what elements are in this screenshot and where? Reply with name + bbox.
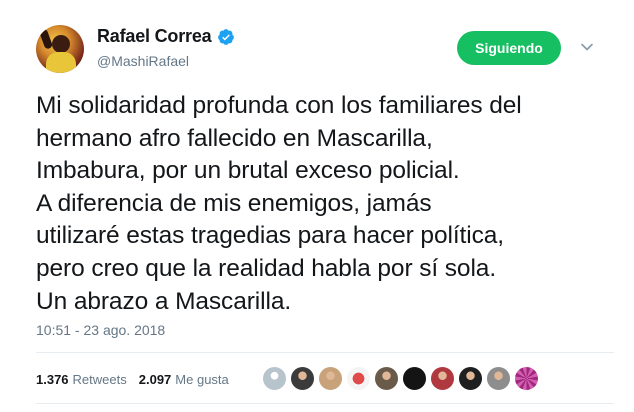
retweets-label: Retweets	[72, 372, 127, 387]
tweet-card: Rafael Correa @MashiRafael Siguiendo Mi …	[0, 0, 634, 412]
verified-badge-icon	[218, 29, 234, 45]
divider	[36, 352, 614, 353]
likes-label: Me gusta	[175, 372, 229, 387]
avatar-head	[52, 35, 70, 53]
retweets-stat[interactable]: 1.376 Retweets	[36, 372, 127, 387]
following-button[interactable]: Siguiendo	[457, 31, 561, 65]
avatar-person-icon[interactable]	[374, 366, 399, 391]
avatar-logo-icon[interactable]	[346, 366, 371, 391]
avatar-default-icon[interactable]	[262, 366, 287, 391]
avatar-person-icon[interactable]	[458, 366, 483, 391]
likers-avatars	[262, 366, 539, 391]
likes-count: 2.097	[138, 372, 172, 387]
avatar-person-icon[interactable]	[486, 366, 511, 391]
tweet-text-line: A diferencia de mis enemigos, jamás	[36, 189, 432, 217]
avatar-dark-icon[interactable]	[402, 366, 427, 391]
author-name[interactable]: Rafael Correa	[97, 26, 212, 47]
tweet-text-line: Imbabura, por un brutal exceso policial.	[36, 157, 460, 185]
tweet-text: Mi solidaridad profunda con los familiar…	[36, 90, 616, 318]
tweet-stats: 1.376 Retweets 2.097 Me gusta	[36, 372, 229, 387]
avatar-person-icon[interactable]	[290, 366, 315, 391]
tweet-timestamp[interactable]: 10:51 - 23 ago. 2018	[36, 322, 165, 338]
author-avatar[interactable]	[36, 25, 84, 73]
tweet-text-line: utilizaré estas tragedias para hacer pol…	[36, 222, 504, 250]
avatar-raised-fist	[38, 28, 54, 50]
avatar-person-icon[interactable]	[318, 366, 343, 391]
avatar-pattern-icon[interactable]	[514, 366, 539, 391]
divider	[36, 403, 614, 404]
tweet-text-line: Mi solidaridad profunda con los familiar…	[36, 92, 522, 119]
tweet-text-line: Un abrazo a Mascarilla.	[36, 287, 292, 315]
retweets-count: 1.376	[36, 372, 69, 387]
tweet-text-line: hermano afro fallecido en Mascarilla,	[36, 124, 433, 152]
chevron-down-icon[interactable]	[580, 40, 594, 54]
author-handle[interactable]: @MashiRafael	[97, 53, 189, 69]
tweet-text-line: pero creo que la realidad habla por sí s…	[36, 254, 497, 282]
avatar-person-icon[interactable]	[430, 366, 455, 391]
likes-stat[interactable]: 2.097 Me gusta	[139, 372, 229, 387]
avatar-shirt	[46, 52, 76, 73]
